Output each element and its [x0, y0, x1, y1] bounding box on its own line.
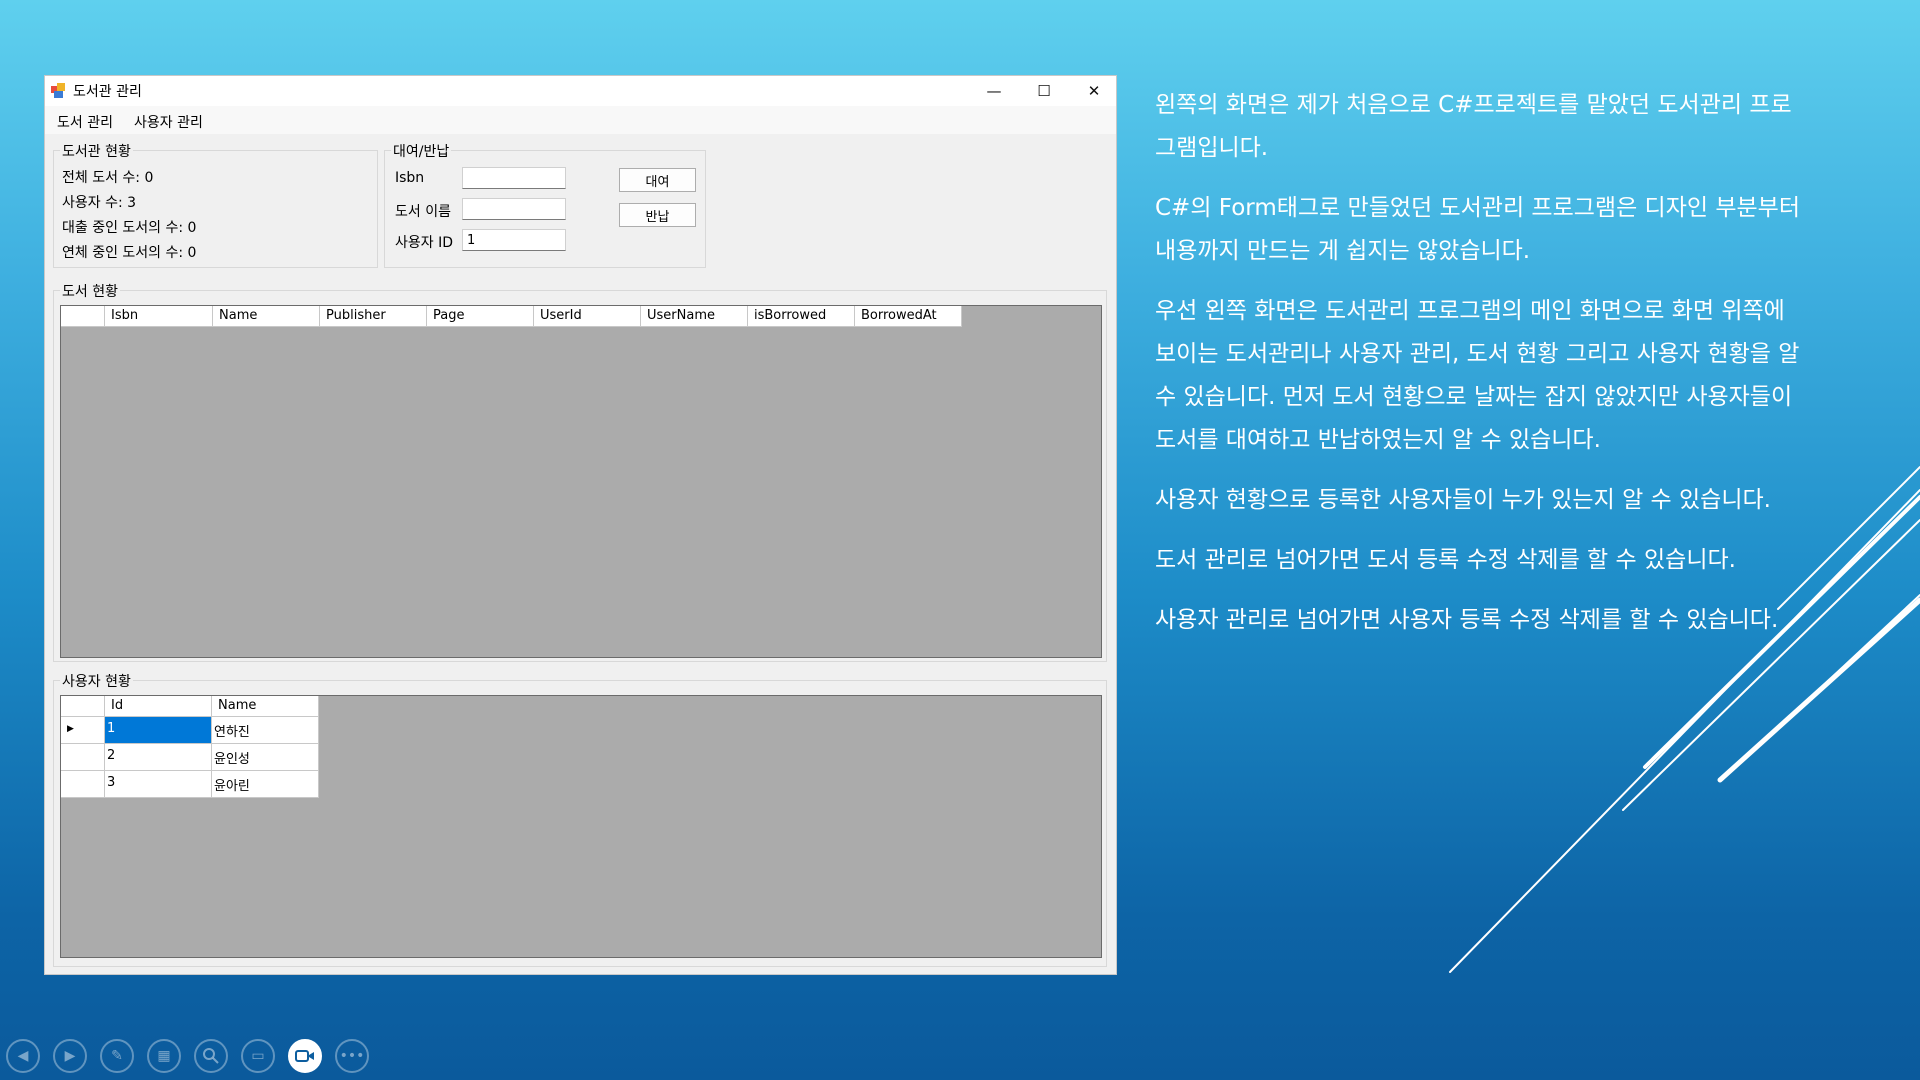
library-window: 도서관 관리 — ☐ ✕ 도서 관리 사용자 관리 도서관 현황 전체 도서 수… [45, 76, 1116, 974]
menu-bar: 도서 관리 사용자 관리 [45, 106, 1116, 134]
pen-icon: ✎ [111, 1048, 123, 1064]
subtitles-icon: ▭ [251, 1048, 265, 1064]
next-icon: ▶ [64, 1048, 76, 1064]
book-grid[interactable]: Isbn Name Publisher Page UserId UserName… [60, 305, 1102, 658]
user-grid-header-name[interactable]: Name [212, 696, 319, 717]
maximize-icon: ☐ [1037, 82, 1051, 100]
pen-button[interactable]: ✎ [100, 1039, 134, 1073]
overdue-count-label: 연체 중인 도서의 수: 0 [62, 245, 197, 261]
book-grid-header-userid[interactable]: UserId [534, 306, 641, 327]
window-title: 도서관 관리 [73, 84, 142, 100]
zoom-icon [203, 1048, 219, 1064]
book-grid-header-name[interactable]: Name [213, 306, 320, 327]
book-name-label: 도서 이름 [395, 204, 451, 220]
table-cell-name[interactable]: 윤아린 [212, 771, 319, 798]
description-paragraph: 사용자 현황으로 등록한 사용자들이 누가 있는지 알 수 있습니다. [1155, 487, 1771, 513]
table-cell-name[interactable]: 연하진 [212, 717, 319, 744]
camera-button[interactable] [288, 1039, 322, 1073]
library-status-group: 도서관 현황 전체 도서 수: 0 사용자 수: 3 대출 중인 도서의 수: … [53, 141, 378, 268]
book-grid-header-publisher[interactable]: Publisher [320, 306, 427, 327]
slides-icon: ▦ [157, 1048, 171, 1064]
user-count-label: 사용자 수: 3 [62, 195, 137, 211]
description-paragraph: 사용자 관리로 넘어가면 사용자 등록 수정 삭제를 할 수 있습니다. [1155, 607, 1779, 633]
see-all-slides-button[interactable]: ▦ [147, 1039, 181, 1073]
row-header[interactable] [61, 771, 105, 798]
slide-description: 왼쪽의 화면은 제가 처음으로 C#프로젝트를 맡았던 도서관리 프로그램입니다… [1155, 84, 1805, 659]
user-status-title: 사용자 현황 [60, 671, 133, 691]
book-grid-header-isbn[interactable]: Isbn [105, 306, 213, 327]
next-slide-button[interactable]: ▶ [53, 1039, 87, 1073]
book-grid-header-page[interactable]: Page [427, 306, 534, 327]
window-titlebar[interactable]: 도서관 관리 — ☐ ✕ [45, 76, 1116, 106]
user-id-label: 사용자 ID [395, 235, 453, 251]
total-books-label: 전체 도서 수: 0 [62, 170, 154, 186]
row-header[interactable] [61, 744, 105, 771]
table-cell-id[interactable]: 3 [105, 771, 212, 798]
zoom-button[interactable] [194, 1039, 228, 1073]
description-paragraph: 도서 관리로 넘어가면 도서 등록 수정 삭제를 할 수 있습니다. [1155, 547, 1736, 573]
close-button[interactable]: ✕ [1069, 76, 1119, 106]
previous-slide-button[interactable]: ◀ [6, 1039, 40, 1073]
table-cell-id[interactable]: 1 [105, 717, 212, 744]
user-grid-corner [61, 696, 105, 717]
more-options-button[interactable]: ••• [335, 1039, 369, 1073]
return-button[interactable]: 반납 [619, 203, 696, 227]
more-icon: ••• [339, 1048, 365, 1064]
book-grid-header-username[interactable]: UserName [641, 306, 748, 327]
app-icon [51, 83, 65, 98]
book-grid-header-borrowedat[interactable]: BorrowedAt [855, 306, 962, 327]
isbn-input[interactable] [462, 167, 566, 189]
minimize-icon: — [986, 82, 1002, 100]
book-grid-corner [61, 306, 105, 327]
lend-button[interactable]: 대여 [619, 168, 696, 192]
library-status-title: 도서관 현황 [60, 141, 133, 161]
description-paragraph: C#의 Form태그로 만들었던 도서관리 프로그램은 디자인 부분부터 내용까… [1155, 195, 1800, 264]
minimize-button[interactable]: — [969, 76, 1019, 106]
user-grid[interactable]: Id Name ▶ 1 연하진 2 윤인성 3 윤아린 [60, 695, 1102, 958]
row-header[interactable]: ▶ [61, 717, 105, 744]
menu-book-management[interactable]: 도서 관리 [57, 112, 113, 132]
description-paragraph: 왼쪽의 화면은 제가 처음으로 C#프로젝트를 맡았던 도서관리 프로그램입니다… [1155, 92, 1792, 161]
book-grid-header-isborrowed[interactable]: isBorrowed [748, 306, 855, 327]
borrowed-count-label: 대출 중인 도서의 수: 0 [62, 220, 197, 236]
book-status-title: 도서 현황 [60, 281, 120, 301]
isbn-label: Isbn [395, 170, 425, 186]
book-name-input[interactable] [462, 198, 566, 220]
maximize-button[interactable]: ☐ [1019, 76, 1069, 106]
user-id-input[interactable] [462, 229, 566, 251]
lend-return-title: 대여/반납 [391, 141, 452, 161]
current-row-icon: ▶ [67, 724, 74, 734]
close-icon: ✕ [1087, 82, 1101, 100]
user-grid-header-id[interactable]: Id [105, 696, 212, 717]
previous-icon: ◀ [17, 1048, 29, 1064]
camera-icon [295, 1050, 314, 1062]
table-cell-id[interactable]: 2 [105, 744, 212, 771]
table-cell-name[interactable]: 윤인성 [212, 744, 319, 771]
subtitles-button[interactable]: ▭ [241, 1039, 275, 1073]
menu-user-management[interactable]: 사용자 관리 [134, 112, 203, 132]
lend-return-group: 대여/반납 Isbn 도서 이름 사용자 ID 대여 반납 [384, 141, 706, 268]
description-paragraph: 우선 왼쪽 화면은 도서관리 프로그램의 메인 화면으로 화면 위쪽에 보이는 … [1155, 298, 1800, 453]
